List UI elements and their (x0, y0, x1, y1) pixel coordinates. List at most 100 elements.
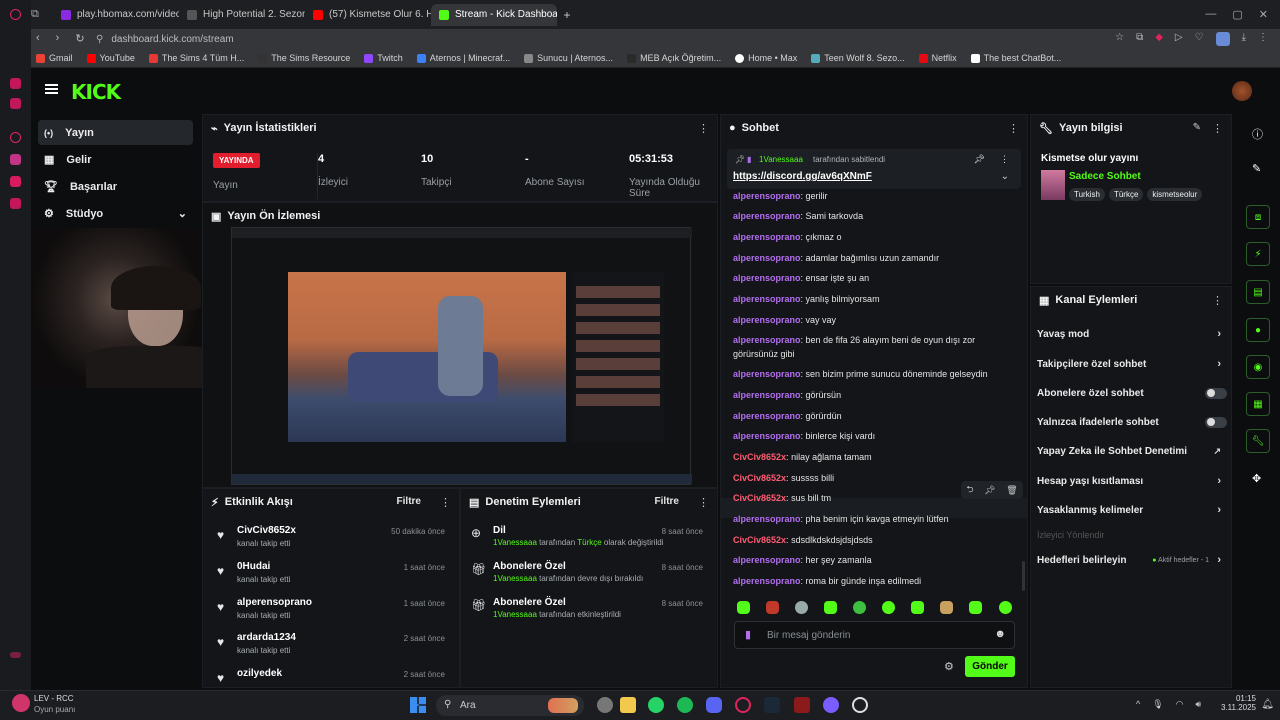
activity-user[interactable]: CivCiv8652x (237, 525, 296, 536)
emote-icon[interactable] (766, 601, 779, 614)
pinned-menu-icon[interactable]: ⋮ (1000, 154, 1009, 165)
pinned-by-user[interactable]: 1Vanessaaa (759, 155, 803, 164)
chat-username[interactable]: alperensoprano (733, 232, 801, 242)
bookmark-sims4[interactable]: The Sims 4 Tüm H... (148, 53, 244, 63)
chat-username[interactable]: alperensoprano (733, 390, 801, 400)
opera-gx-icon[interactable] (735, 697, 751, 713)
emote-icon[interactable] (795, 601, 808, 614)
moderation-user[interactable]: 1Vanessaaa (493, 538, 537, 547)
setting-slow-mode[interactable]: Yavaş mod › (1037, 323, 1227, 345)
browser-tab[interactable]: High Potential 2. Sezon 7 (179, 4, 305, 26)
nav-yayin[interactable]: (•) Yayın (38, 120, 193, 145)
bookmark-aternos[interactable]: Aternos | Minecraf... (416, 53, 510, 63)
emote-icon[interactable] (969, 601, 982, 614)
shield-icon[interactable]: ◆ (1155, 32, 1163, 46)
chat-username[interactable]: alperensoprano (733, 294, 801, 304)
delete-icon[interactable]: 🗑︎ (1006, 485, 1017, 496)
tiktok-icon[interactable] (10, 176, 21, 187)
bookmark-sunucu[interactable]: Sunucu | Aternos... (524, 53, 613, 63)
chat-username[interactable]: CivCiv8652x (733, 452, 786, 462)
bookmark-gmail[interactable]: Gmail (36, 53, 73, 63)
whatsapp-icon[interactable] (648, 697, 664, 713)
heart-icon[interactable]: ♡ (1195, 32, 1204, 46)
windows-start-icon[interactable] (410, 697, 426, 713)
stats-menu-icon[interactable]: ⋮ (698, 122, 709, 135)
chat-username[interactable]: alperensoprano (733, 411, 801, 421)
profile-avatar[interactable] (1215, 32, 1230, 46)
chat-username[interactable]: alperensoprano (733, 369, 801, 379)
category-thumbnail[interactable] (1041, 170, 1065, 200)
setting-goals[interactable]: Hedefleri belirleyin ● Aktif hedefler - 1… (1037, 549, 1227, 571)
setting-banned-words[interactable]: Yasaklanmış kelimeler › (1037, 499, 1227, 521)
kick-logo[interactable]: KICK (71, 80, 121, 104)
tray-chevron-icon[interactable]: ^ (1136, 699, 1140, 710)
emote-icon[interactable] (999, 601, 1012, 614)
pinned-link[interactable]: https://discord.gg/av6qXNmF (733, 171, 872, 182)
tool-icon-7[interactable]: 🔧︎ (1246, 429, 1270, 453)
discord-icon[interactable] (10, 198, 21, 209)
pencil-icon[interactable]: ✎ (1252, 162, 1261, 175)
bookmark-youtube[interactable]: YouTube (86, 53, 135, 63)
bookmark-chatbot[interactable]: The best ChatBot... (970, 53, 1061, 63)
nav-gelir[interactable]: ▦ Gelir (38, 147, 193, 172)
stream-category[interactable]: Sadece Sohbet (1069, 171, 1141, 182)
browser-tab[interactable]: (57) Kismetse Olur 6. Ha (305, 4, 431, 26)
tab-menu-icon[interactable]: ⧉ (31, 8, 53, 21)
spotify-icon[interactable] (677, 697, 693, 713)
setting-ai-moderation[interactable]: Yapay Zeka ile Sohbet Denetimi ↗ (1037, 440, 1227, 462)
moderation-user[interactable]: 1Vanessaaa (493, 574, 537, 583)
clock[interactable]: 01:15 3.11.2025 (1221, 694, 1256, 712)
chevron-down-icon[interactable]: ⌄ (1001, 171, 1009, 182)
browser-tab[interactable]: play.hbomax.com/video/u (53, 4, 179, 26)
subscribers-only-toggle[interactable] (1205, 387, 1227, 399)
emote-icon[interactable] (940, 601, 953, 614)
tool-icon-6[interactable]: ▦ (1246, 392, 1270, 416)
volume-icon[interactable]: 🔊︎ (1196, 699, 1202, 710)
reply-icon[interactable]: ⮌ (966, 482, 973, 498)
maximize-icon[interactable]: ▢ (1232, 8, 1242, 21)
play-icon[interactable]: ▷ (1175, 32, 1183, 46)
emoji-icon[interactable]: ☻ (994, 628, 1006, 640)
chat-username[interactable]: alperensoprano (733, 211, 801, 221)
app-icon[interactable] (823, 697, 839, 713)
mic-tray-icon[interactable]: 🎙︎ (1152, 699, 1163, 710)
stream-info-menu-icon[interactable]: ⋮ (1212, 122, 1223, 135)
setting-account-age[interactable]: Hesap yaşı kısıtlaması › (1037, 470, 1227, 492)
preview-video[interactable] (231, 227, 692, 485)
bookmark-star-icon[interactable]: ☆ (1115, 32, 1124, 46)
moderation-user[interactable]: 1Vanessaaa (493, 610, 537, 619)
activity-user[interactable]: ardarda1234 (237, 632, 296, 643)
chat-settings-icon[interactable]: ⚙ (944, 660, 954, 673)
emote-icon[interactable] (882, 601, 895, 614)
messenger-icon[interactable] (10, 132, 21, 143)
browser-tab-active[interactable]: Stream - Kick Dashboard✕ (431, 3, 557, 26)
chat-username[interactable]: alperensoprano (733, 514, 801, 524)
url-field[interactable]: ⚲ dashboard.kick.com/stream (96, 31, 1096, 47)
nav-basarilar[interactable]: 🏆︎ Başarılar (38, 174, 193, 199)
activity-menu-icon[interactable]: ⋮ (440, 496, 451, 509)
chatgpt-icon[interactable] (852, 697, 868, 713)
bookmark-teenwolf[interactable]: Teen Wolf 8. Sezo... (811, 53, 905, 63)
unpin-icon[interactable]: 📌︎ (974, 154, 985, 165)
opera-icon[interactable] (10, 9, 21, 20)
channel-actions-menu-icon[interactable]: ⋮ (1212, 294, 1223, 307)
emote-icon[interactable] (737, 601, 750, 614)
chat-scrollbar[interactable] (1022, 561, 1025, 591)
tool-icon-3[interactable]: ▤ (1246, 280, 1270, 304)
chat-username[interactable]: alperensoprano (733, 555, 801, 565)
edit-icon[interactable]: ✎ (1193, 122, 1201, 133)
send-button[interactable]: Gönder (965, 656, 1015, 677)
back-icon[interactable]: ‹ (36, 32, 40, 45)
setting-followers-only[interactable]: Takipçilere özel sohbet › (1037, 353, 1227, 375)
discord-icon[interactable] (706, 697, 722, 713)
bookmark-netflix[interactable]: Netflix (918, 53, 957, 63)
minimize-icon[interactable]: — (1205, 8, 1216, 21)
pin-message-icon[interactable]: 📌︎ (984, 485, 995, 496)
chat-username[interactable]: CivCiv8652x (733, 535, 786, 545)
chat-menu-icon[interactable]: ⋮ (1008, 122, 1019, 135)
chat-username[interactable]: CivCiv8652x (733, 473, 786, 483)
tag[interactable]: Turkish (1069, 188, 1105, 201)
emote-icon[interactable] (911, 601, 924, 614)
app-icon[interactable] (10, 78, 21, 89)
steam-icon[interactable] (764, 697, 780, 713)
